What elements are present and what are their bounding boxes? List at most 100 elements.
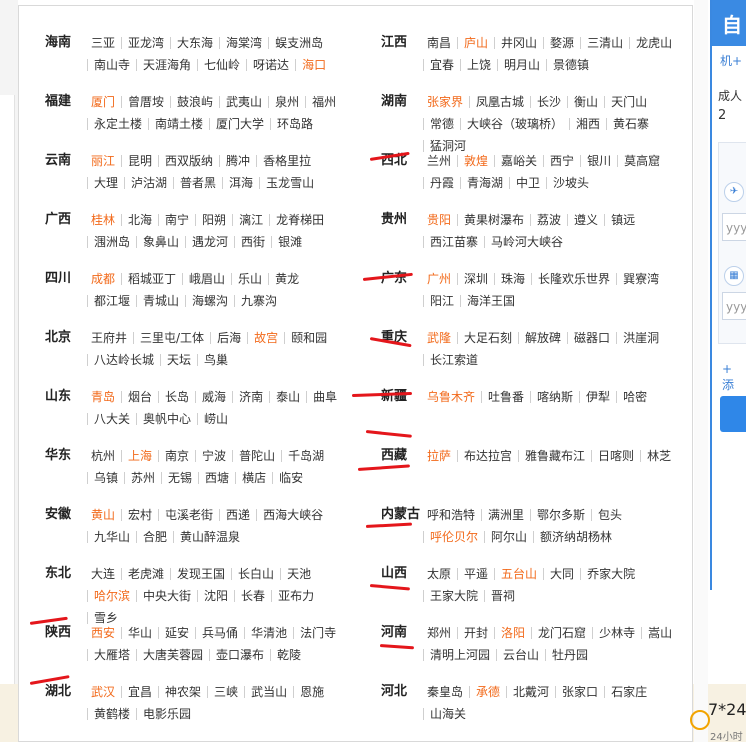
destination-link[interactable]: 哈尔滨 [87, 590, 136, 602]
destination-link[interactable]: 王府井 [87, 332, 133, 344]
destination-link[interactable]: 景德镇 [546, 59, 595, 71]
destination-link[interactable]: 兵马俑 [195, 627, 244, 639]
destination-link[interactable]: 涠洲岛 [87, 236, 136, 248]
destination-link[interactable]: 西安 [87, 627, 121, 639]
destination-link[interactable]: 大连 [87, 568, 121, 580]
destination-link[interactable]: 承德 [469, 686, 506, 698]
destination-link[interactable]: 老虎滩 [121, 568, 170, 580]
destination-link[interactable]: 银川 [580, 155, 617, 167]
destination-link[interactable]: 吐鲁番 [481, 391, 530, 403]
destination-link[interactable]: 苏州 [124, 472, 161, 484]
destination-link[interactable]: 合肥 [136, 531, 173, 543]
destination-link[interactable]: 莫高窟 [617, 155, 666, 167]
destination-link[interactable]: 北海 [121, 214, 158, 226]
destination-link[interactable]: 张家界 [423, 96, 469, 108]
destination-link[interactable]: 黄龙 [268, 273, 305, 285]
destination-link[interactable]: 延安 [158, 627, 195, 639]
destination-link[interactable]: 故宫 [247, 332, 284, 344]
destination-link[interactable]: 解放碑 [518, 332, 567, 344]
destination-link[interactable]: 福州 [305, 96, 342, 108]
destination-link[interactable]: 西双版纳 [158, 155, 219, 167]
destination-link[interactable]: 千岛湖 [281, 450, 330, 462]
destination-link[interactable]: 象鼻山 [136, 236, 185, 248]
destination-link[interactable]: 宜昌 [121, 686, 158, 698]
destination-link[interactable]: 平遥 [457, 568, 494, 580]
destination-link[interactable]: 环岛路 [270, 118, 319, 130]
destination-link[interactable]: 厦门大学 [209, 118, 270, 130]
adult-count[interactable]: 2 [718, 108, 726, 123]
destination-link[interactable]: 银滩 [271, 236, 308, 248]
destination-link[interactable]: 嘉峪关 [494, 155, 543, 167]
destination-link[interactable]: 三亚 [87, 37, 121, 49]
destination-link[interactable]: 雅鲁藏布江 [518, 450, 591, 462]
destination-link[interactable]: 华清池 [244, 627, 293, 639]
destination-link[interactable]: 镇远 [604, 214, 641, 226]
destination-link[interactable]: 敦煌 [457, 155, 494, 167]
destination-link[interactable]: 长春 [234, 590, 271, 602]
destination-link[interactable]: 崂山 [197, 413, 234, 425]
destination-link[interactable]: 西街 [234, 236, 271, 248]
destination-link[interactable]: 亚龙湾 [121, 37, 170, 49]
destination-link[interactable]: 满洲里 [481, 509, 530, 521]
destination-link[interactable]: 鄂尔多斯 [530, 509, 591, 521]
destination-link[interactable]: 包头 [591, 509, 628, 521]
destination-link[interactable]: 宜春 [423, 59, 460, 71]
destination-link[interactable]: 石家庄 [604, 686, 653, 698]
destination-link[interactable]: 龙脊梯田 [269, 214, 330, 226]
destination-link[interactable]: 广州 [423, 273, 457, 285]
destination-link[interactable]: 龙门石窟 [531, 627, 592, 639]
destination-link[interactable]: 大雁塔 [87, 649, 136, 661]
destination-link[interactable]: 西递 [219, 509, 256, 521]
destination-link[interactable]: 上饶 [460, 59, 497, 71]
destination-link[interactable]: 成都 [87, 273, 121, 285]
destination-link[interactable]: 中央大街 [136, 590, 197, 602]
destination-link[interactable]: 大唐芙蓉园 [136, 649, 209, 661]
destination-link[interactable]: 宁波 [195, 450, 232, 462]
destination-link[interactable]: 呼和浩特 [423, 509, 481, 521]
destination-link[interactable]: 八大关 [87, 413, 136, 425]
destination-link[interactable]: 七仙岭 [197, 59, 246, 71]
destination-link[interactable]: 乌镇 [87, 472, 124, 484]
destination-link[interactable]: 拉萨 [423, 450, 457, 462]
destination-link[interactable]: 长江索道 [423, 354, 484, 366]
destination-link[interactable]: 厦门 [87, 96, 121, 108]
destination-link[interactable]: 山海关 [423, 708, 472, 720]
destination-link[interactable]: 少林寺 [592, 627, 641, 639]
destination-link[interactable]: 天涯海角 [136, 59, 197, 71]
destination-link[interactable]: 丽江 [87, 155, 121, 167]
destination-link[interactable]: 喀纳斯 [530, 391, 579, 403]
destination-link[interactable]: 郑州 [423, 627, 457, 639]
destination-link[interactable]: 呼伦贝尔 [423, 531, 484, 543]
destination-link[interactable]: 济南 [232, 391, 269, 403]
destination-link[interactable]: 秦皇岛 [423, 686, 469, 698]
destination-link[interactable]: 无锡 [161, 472, 198, 484]
destination-link[interactable]: 桂林 [87, 214, 121, 226]
destination-link[interactable]: 武隆 [423, 332, 457, 344]
destination-link[interactable]: 三峡 [207, 686, 244, 698]
destination-link[interactable]: 香格里拉 [256, 155, 317, 167]
destination-link[interactable]: 长沙 [530, 96, 567, 108]
destination-link[interactable]: 清明上河园 [423, 649, 496, 661]
destination-link[interactable]: 宏村 [121, 509, 158, 521]
destination-link[interactable]: 大东海 [170, 37, 219, 49]
add-trip-link[interactable]: + 添 [722, 362, 746, 393]
booking-tab-flight-hotel[interactable]: 机+ [720, 52, 742, 69]
destination-link[interactable]: 大同 [543, 568, 580, 580]
destination-link[interactable]: 洛阳 [494, 627, 531, 639]
destination-link[interactable]: 海棠湾 [219, 37, 268, 49]
destination-link[interactable]: 青海湖 [460, 177, 509, 189]
destination-link[interactable]: 普陀山 [232, 450, 281, 462]
destination-link[interactable]: 天池 [280, 568, 317, 580]
destination-link[interactable]: 五台山 [494, 568, 543, 580]
destination-link[interactable]: 乾陵 [270, 649, 307, 661]
destination-link[interactable]: 曲阜 [306, 391, 343, 403]
destination-link[interactable]: 西江苗寨 [423, 236, 484, 248]
destination-link[interactable]: 龙虎山 [629, 37, 678, 49]
destination-link[interactable]: 云台山 [496, 649, 545, 661]
destination-link[interactable]: 荔波 [530, 214, 567, 226]
destination-link[interactable]: 王家大院 [423, 590, 484, 602]
destination-link[interactable]: 乌鲁木齐 [423, 391, 481, 403]
destination-link[interactable]: 哈密 [616, 391, 653, 403]
destination-link[interactable]: 额济纳胡杨林 [533, 531, 618, 543]
destination-link[interactable]: 三清山 [580, 37, 629, 49]
